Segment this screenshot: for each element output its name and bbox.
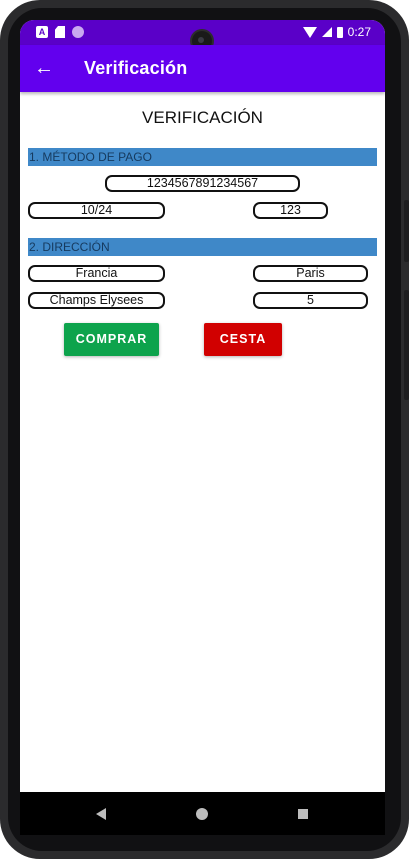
arrow-left-icon[interactable]: ← xyxy=(34,56,54,80)
buy-button[interactable]: COMPRAR xyxy=(64,323,159,356)
payment-section-header: 1. MÉTODO DE PAGO xyxy=(28,148,377,166)
signal-icon xyxy=(321,27,332,37)
country-field[interactable]: Francia xyxy=(28,265,165,282)
screen: A 0:27 ← Verificación VERIFICACIÓN 1. MÉ… xyxy=(20,20,385,835)
nav-recents-icon[interactable] xyxy=(298,809,308,819)
sd-card-icon xyxy=(55,26,65,38)
phone-frame: A 0:27 ← Verificación VERIFICACIÓN 1. MÉ… xyxy=(0,0,409,859)
volume-button xyxy=(404,290,409,400)
app-bar-title: Verificación xyxy=(84,58,188,78)
system-nav-bar xyxy=(20,792,385,835)
page-title: VERIFICACIÓN xyxy=(142,108,263,127)
nav-home-icon[interactable] xyxy=(196,808,208,820)
status-time: 0:27 xyxy=(347,25,371,39)
city-field[interactable]: Paris xyxy=(253,265,368,282)
battery-icon xyxy=(336,26,343,38)
app-bar: ← Verificación xyxy=(20,45,385,92)
expiry-date-field[interactable]: 10/24 xyxy=(28,202,165,219)
notification-icons: A xyxy=(36,26,84,38)
purple-dot-icon xyxy=(72,26,84,38)
power-button xyxy=(404,200,409,262)
cart-button[interactable]: CESTA xyxy=(204,323,282,356)
nav-back-icon[interactable] xyxy=(96,808,106,820)
card-number-field[interactable]: 1234567891234567 xyxy=(105,175,300,192)
cvv-field[interactable]: 123 xyxy=(253,202,328,219)
wifi-icon xyxy=(302,26,317,38)
font-download-icon: A xyxy=(36,26,48,38)
street-field[interactable]: Champs Elysees xyxy=(28,292,165,309)
system-icons: 0:27 xyxy=(302,25,371,39)
address-section-header: 2. DIRECCIÓN xyxy=(28,238,377,256)
street-number-field[interactable]: 5 xyxy=(253,292,368,309)
